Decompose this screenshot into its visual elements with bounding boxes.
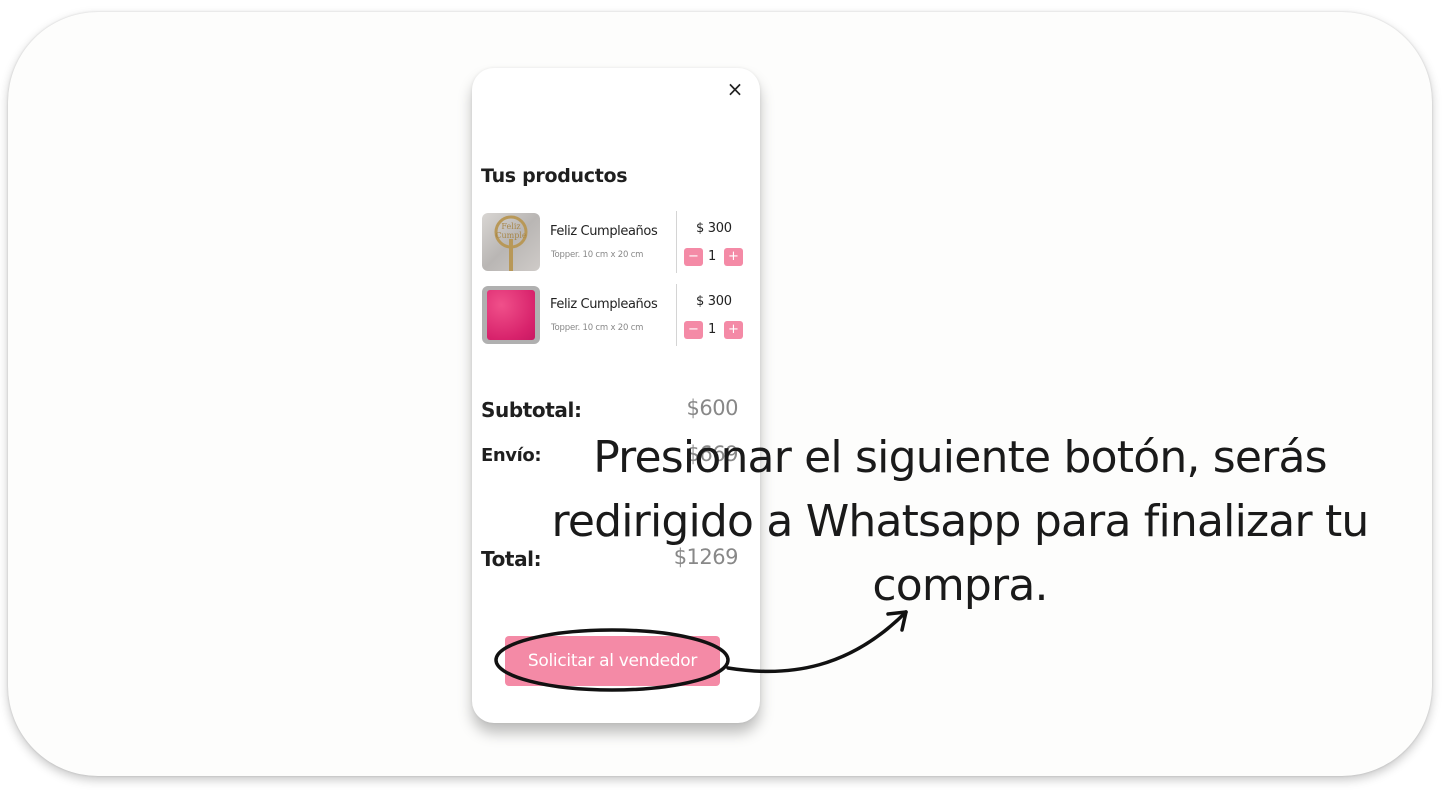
- highlight-ellipse: [494, 628, 730, 692]
- annotation-overlay: [494, 610, 908, 692]
- arrow-icon: [726, 610, 908, 674]
